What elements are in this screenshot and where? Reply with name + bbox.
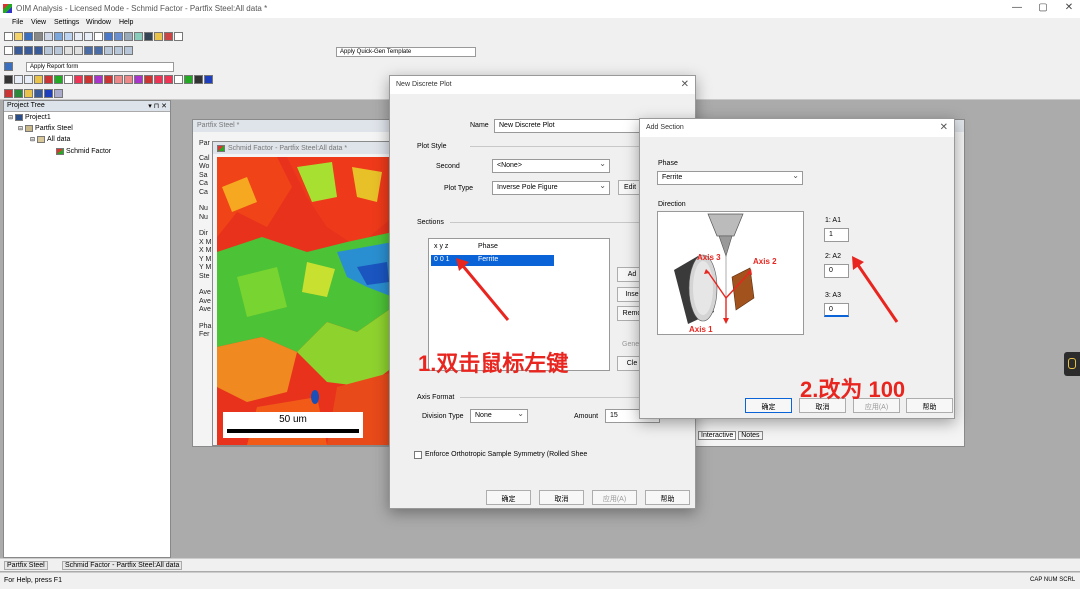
status-text: For Help, press F1 [4, 577, 62, 584]
annotation-step-2: 2.改为 100 [800, 377, 906, 402]
status-bar: For Help, press F1 CAP NUM SCRL [0, 572, 1080, 589]
task-schmid-factor[interactable]: Schmid Factor - Partfix Steel:All data [62, 561, 183, 570]
keyboard-indicators: CAP NUM SCRL [1030, 577, 1076, 583]
annotation-step-1: 1.双击鼠标左键 [418, 351, 569, 376]
window-taskbar: Partfix Steel Schmid Factor - Partfix St… [0, 558, 1080, 571]
task-partfix-steel[interactable]: Partfix Steel [4, 561, 48, 570]
annotation-arrows [456, 256, 899, 323]
